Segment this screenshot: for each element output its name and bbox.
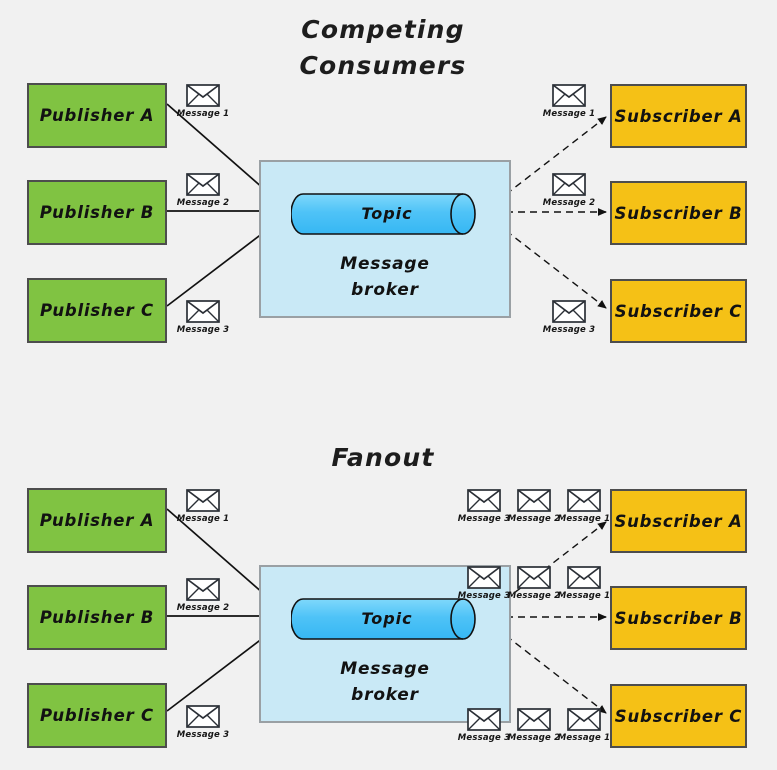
message-label: Message 3 bbox=[457, 733, 511, 743]
message-label: Message 1 bbox=[176, 109, 230, 119]
envelope-icon bbox=[552, 300, 586, 327]
publisher-b-box-fanout[interactable]: Publisher B bbox=[27, 585, 167, 650]
message-broker-container-competing: Topic Message broker bbox=[259, 160, 511, 318]
subscriber-a-box-competing[interactable]: Subscriber A bbox=[610, 84, 747, 148]
envelope-icon bbox=[467, 566, 501, 593]
message-label: Message 1 bbox=[542, 109, 596, 119]
subscriber-b-box-fanout[interactable]: Subscriber B bbox=[610, 586, 747, 650]
envelope-icon bbox=[186, 489, 220, 516]
envelope-icon bbox=[567, 489, 601, 516]
envelope-icon bbox=[517, 708, 551, 735]
publisher-a-box-fanout[interactable]: Publisher A bbox=[27, 488, 167, 553]
envelope-icon bbox=[467, 489, 501, 516]
topic-cylinder-fanout: Topic bbox=[290, 597, 483, 641]
subscriber-b-box-competing[interactable]: Subscriber B bbox=[610, 181, 747, 245]
message-label: Message 2 bbox=[507, 514, 561, 524]
envelope-icon bbox=[186, 578, 220, 605]
publisher-c-box-competing[interactable]: Publisher C bbox=[27, 278, 167, 343]
publisher-c-box-fanout[interactable]: Publisher C bbox=[27, 683, 167, 748]
message-label: Message 3 bbox=[457, 514, 511, 524]
message-label: Message 2 bbox=[507, 733, 561, 743]
message-broker-label-competing: Message broker bbox=[340, 254, 430, 300]
publisher-b-box-competing[interactable]: Publisher B bbox=[27, 180, 167, 245]
message-label: Message 2 bbox=[176, 603, 230, 613]
envelope-icon bbox=[467, 708, 501, 735]
envelope-icon bbox=[186, 84, 220, 111]
envelope-icon bbox=[186, 300, 220, 327]
message-label: Message 1 bbox=[557, 514, 611, 524]
message-label: Message 3 bbox=[542, 325, 596, 335]
subscriber-a-box-fanout[interactable]: Subscriber A bbox=[610, 489, 747, 553]
message-label: Message 2 bbox=[176, 198, 230, 208]
envelope-icon bbox=[517, 489, 551, 516]
subscriber-c-box-competing[interactable]: Subscriber C bbox=[610, 279, 747, 343]
message-label: Message 2 bbox=[542, 198, 596, 208]
envelope-icon bbox=[552, 173, 586, 200]
publisher-a-box-competing[interactable]: Publisher A bbox=[27, 83, 167, 148]
envelope-icon bbox=[567, 708, 601, 735]
topic-label-competing: Topic bbox=[361, 204, 413, 223]
message-label: Message 1 bbox=[557, 733, 611, 743]
envelope-icon bbox=[186, 173, 220, 200]
topic-cylinder-competing: Topic bbox=[290, 192, 483, 236]
message-label: Message 1 bbox=[557, 591, 611, 601]
section-title-fanout: Fanout bbox=[331, 443, 435, 472]
message-label: Message 2 bbox=[507, 591, 561, 601]
envelope-icon bbox=[552, 84, 586, 111]
subscriber-c-box-fanout[interactable]: Subscriber C bbox=[610, 684, 747, 748]
message-broker-label-fanout: Message broker bbox=[340, 659, 430, 705]
topic-label-fanout: Topic bbox=[361, 609, 413, 628]
section-title-competing-consumers: Competing Consumers bbox=[299, 15, 467, 81]
message-label: Message 3 bbox=[176, 325, 230, 335]
message-label: Message 3 bbox=[176, 730, 230, 740]
envelope-icon bbox=[186, 705, 220, 732]
message-label: Message 3 bbox=[457, 591, 511, 601]
envelope-icon bbox=[567, 566, 601, 593]
envelope-icon bbox=[517, 566, 551, 593]
message-label: Message 1 bbox=[176, 514, 230, 524]
